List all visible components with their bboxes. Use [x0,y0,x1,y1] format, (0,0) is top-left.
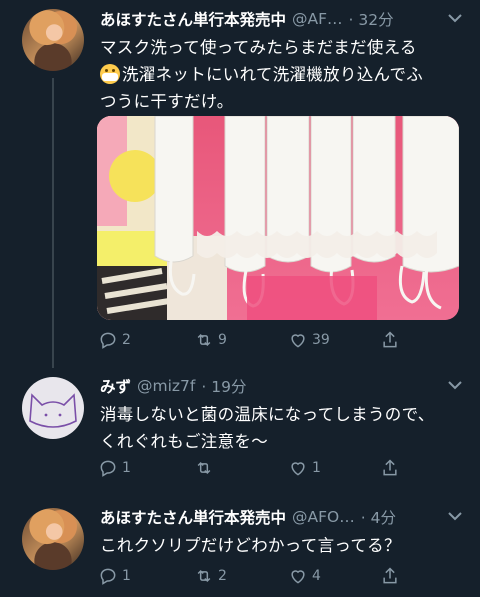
tweet-text-line: 洗濯ネットにいれて洗濯機放り込んでふ [122,65,424,84]
author-name[interactable]: みず [100,375,131,397]
share-button[interactable] [380,566,400,586]
tweet-text-line: マスク洗って使ってみたらまだまだ使える [100,38,417,57]
retweet-count: 9 [218,332,227,348]
tweet-text-line: 消毒しないと菌の温床になってしまうので、 [100,405,435,424]
avatar[interactable] [22,377,84,439]
tweet-actions: 1 2 4 [98,566,458,590]
chevron-down-icon[interactable] [448,509,462,525]
tweet-photo[interactable] [97,116,459,320]
avatar[interactable] [22,9,84,71]
share-icon [383,459,397,476]
like-button[interactable]: 1 [288,458,321,478]
author-handle[interactable]: @AF… [292,10,343,28]
like-icon [291,462,305,476]
tweet-text-line: くれぐれもご注意を〜 [100,432,268,451]
retweet-button[interactable]: 9 [194,330,227,350]
share-icon [383,567,397,584]
reply-count: 2 [122,332,131,348]
reply-button[interactable]: 1 [98,458,131,478]
reply-icon [100,568,116,585]
chevron-down-icon[interactable] [448,11,462,27]
tweet-3[interactable]: あほすたさん単行本発売中 @AFO… · 4分 これクソリプだけどわかって言って… [0,490,480,597]
share-icon [383,331,397,348]
tweet-text: これクソリプだけどわかって言ってる？ [100,532,458,559]
tweet-text-line: これクソリプだけどわかって言ってる？ [100,536,401,555]
like-icon [291,334,305,348]
reply-count: 1 [122,460,131,476]
thread-line [52,78,54,368]
timestamp[interactable]: · 32分 [349,8,394,30]
like-count: 4 [312,568,321,584]
reply-count: 1 [122,568,131,584]
tweet-text: 消毒しないと菌の温床になってしまうので、 くれぐれもご注意を〜 [100,401,458,455]
author-handle[interactable]: @miz7f [137,377,195,395]
avatar[interactable] [22,508,84,570]
share-button[interactable] [380,330,400,350]
tweet-text-line: つうに干すだけ。 [100,92,234,111]
reply-button[interactable]: 2 [98,330,131,350]
retweet-button[interactable]: 2 [194,566,227,586]
retweet-icon [197,569,211,583]
retweet-icon [197,333,211,347]
author-handle[interactable]: @AFO… [292,508,355,526]
timestamp[interactable]: · 4分 [361,506,396,528]
like-icon [291,570,305,584]
retweet-button[interactable] [194,458,218,478]
chevron-down-icon[interactable] [448,378,462,394]
tweet-actions: 1 1 [98,458,458,482]
tweet-1[interactable]: あほすたさん単行本発売中 @AF… · 32分 マスク洗って使ってみたらまだまだ… [0,0,480,368]
retweet-count: 2 [218,568,227,584]
tweet-text: マスク洗って使ってみたらまだまだ使える 洗濯ネットにいれて洗濯機放り込んでふ つ… [100,34,458,115]
share-button[interactable] [380,458,400,478]
tweet-2[interactable]: みず @miz7f · 19分 消毒しないと菌の温床になってしまうので、 くれぐ… [0,365,480,490]
retweet-icon [197,461,211,475]
timestamp[interactable]: · 19分 [201,375,246,397]
reply-icon [100,460,116,477]
like-count: 1 [312,460,321,476]
like-button[interactable]: 4 [288,566,321,586]
reply-icon [100,332,116,349]
mask-emoji-icon [100,64,120,84]
author-name[interactable]: あほすたさん単行本発売中 [100,506,286,528]
like-count: 39 [312,332,330,348]
author-name[interactable]: あほすたさん単行本発売中 [100,8,286,30]
tweet-actions: 2 9 39 [98,330,458,354]
like-button[interactable]: 39 [288,330,330,350]
reply-button[interactable]: 1 [98,566,131,586]
